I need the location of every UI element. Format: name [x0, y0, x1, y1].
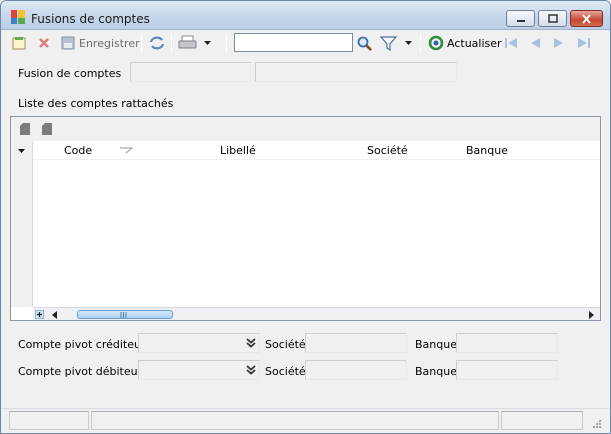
save-icon: [61, 36, 75, 50]
creditor-company-label: Société: [265, 338, 306, 351]
plus-icon[interactable]: [35, 310, 44, 319]
refresh-icon: [149, 36, 165, 50]
app-colors-icon: [11, 10, 25, 24]
toolbar-separator: [420, 34, 421, 52]
debtor-bank-field[interactable]: [456, 360, 558, 380]
status-cell: [9, 411, 89, 430]
minimize-button[interactable]: [506, 10, 535, 27]
creditor-bank-field[interactable]: [456, 333, 558, 353]
previous-record-button[interactable]: [528, 34, 542, 52]
chevron-down-icon: [405, 41, 412, 45]
scroll-thumb[interactable]: [77, 310, 173, 319]
row-selector-column: [11, 141, 33, 307]
reload-label: Actualiser: [447, 36, 502, 50]
accounts-grid: Code Libellé Société Banque: [10, 116, 601, 321]
minimize-icon: [516, 19, 525, 22]
column-header-societe[interactable]: Société: [367, 144, 408, 157]
status-bar: [1, 408, 610, 433]
resize-grip-icon[interactable]: [590, 417, 602, 429]
creditor-company-field[interactable]: [305, 333, 407, 353]
add-row-icon[interactable]: [18, 122, 32, 136]
grid-body[interactable]: [33, 160, 600, 307]
save-button[interactable]: Enregistrer: [60, 34, 140, 52]
fusion-code-field[interactable]: [130, 62, 251, 82]
search-input[interactable]: [234, 33, 353, 52]
column-header-banque[interactable]: Banque: [466, 144, 508, 157]
toolbar: Enregistrer Actualiser: [1, 30, 610, 56]
filter-button[interactable]: [380, 34, 413, 52]
close-icon: [582, 13, 591, 24]
remove-row-icon[interactable]: [40, 122, 54, 136]
next-record-button[interactable]: [552, 34, 566, 52]
toolbar-separator: [141, 34, 142, 52]
debtor-company-label: Société: [265, 365, 306, 378]
debtor-bank-label: Banque: [415, 365, 457, 378]
creditor-bank-label: Banque: [415, 338, 457, 351]
column-header-code[interactable]: Code: [64, 144, 92, 157]
reload-button[interactable]: Actualiser: [428, 34, 502, 52]
creditor-pivot-label: Compte pivot créditeur :: [18, 338, 153, 351]
scroll-right-icon[interactable]: [588, 311, 595, 319]
first-record-icon: [505, 38, 517, 48]
grid-header: Code Libellé Société Banque: [33, 141, 600, 160]
creditor-pivot-dropdown[interactable]: [244, 336, 258, 350]
toolbar-separator: [226, 34, 227, 52]
reload-icon: [428, 35, 444, 51]
print-button[interactable]: [178, 34, 212, 52]
new-record-button[interactable]: [11, 34, 27, 52]
delete-icon: [39, 38, 49, 48]
search-button[interactable]: [356, 34, 373, 52]
maximize-icon: [547, 14, 558, 23]
attached-accounts-title: Liste des comptes rattachés: [18, 97, 174, 110]
chevron-down-icon[interactable]: [17, 148, 26, 154]
double-chevron-down-icon: [246, 338, 256, 348]
fusion-name-field[interactable]: [255, 62, 457, 82]
save-label: Enregistrer: [79, 36, 140, 50]
previous-record-icon: [531, 38, 540, 48]
horizontal-scrollbar[interactable]: [33, 307, 600, 320]
delete-button[interactable]: [36, 34, 52, 52]
sort-indicator-icon: [120, 147, 133, 154]
column-header-libelle[interactable]: Libellé: [220, 144, 256, 157]
debtor-company-field[interactable]: [305, 360, 407, 380]
close-button[interactable]: [570, 10, 603, 27]
last-record-icon: [578, 38, 590, 48]
debtor-pivot-label: Compte pivot débiteur :: [18, 365, 150, 378]
creditor-pivot-combo[interactable]: [138, 333, 260, 353]
refresh-button[interactable]: [148, 34, 166, 52]
window-title: Fusions de comptes: [31, 12, 150, 26]
filter-icon: [380, 35, 398, 51]
chevron-down-icon: [204, 41, 211, 45]
status-cell: [91, 411, 499, 430]
new-record-icon: [12, 37, 26, 50]
next-record-icon: [554, 38, 563, 48]
grid-toolbar: [11, 117, 600, 141]
first-record-button[interactable]: [503, 34, 519, 52]
debtor-pivot-dropdown[interactable]: [244, 363, 258, 377]
fusion-window: Fusions de comptes Enregistrer Actualise…: [0, 0, 611, 434]
debtor-pivot-combo[interactable]: [138, 360, 260, 380]
search-icon: [357, 36, 372, 51]
double-chevron-down-icon: [246, 365, 256, 375]
last-record-button[interactable]: [576, 34, 592, 52]
title-bar: Fusions de comptes: [1, 1, 610, 30]
scroll-left-icon[interactable]: [51, 311, 58, 319]
print-icon: [178, 35, 197, 49]
fusion-label: Fusion de comptes: [18, 67, 122, 80]
toolbar-separator: [171, 34, 172, 52]
grip-icon: [120, 312, 127, 318]
maximize-button[interactable]: [538, 10, 567, 27]
status-cell: [501, 411, 583, 430]
